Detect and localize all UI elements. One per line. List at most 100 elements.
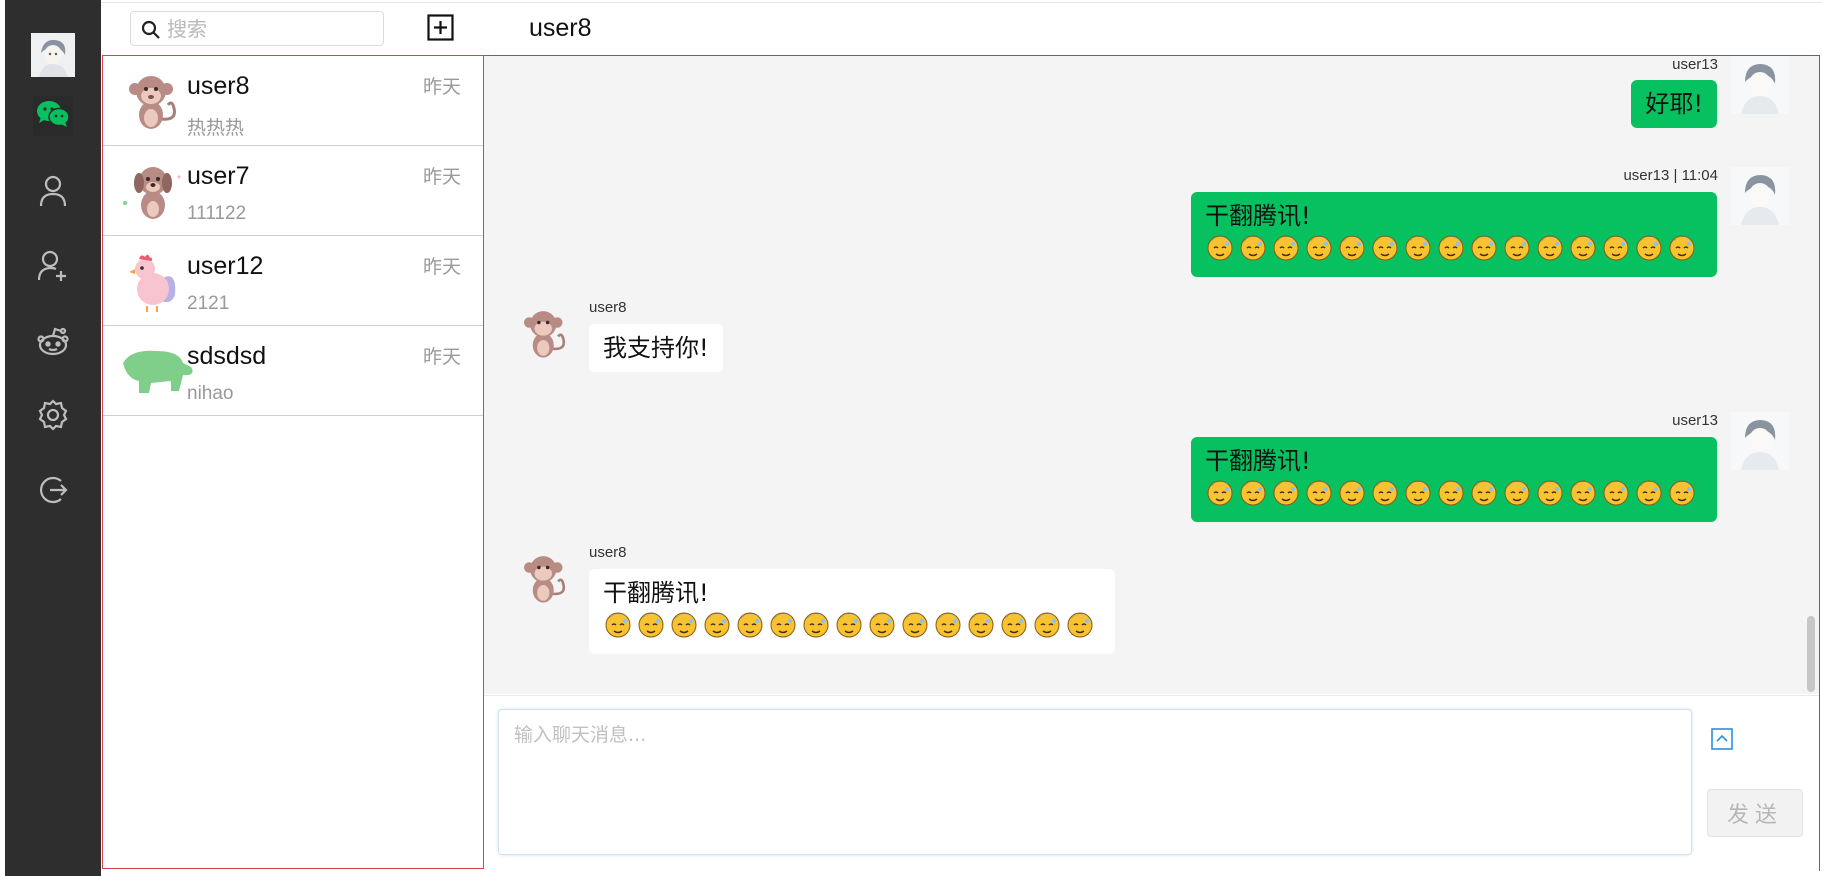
emoji-icon [1535, 477, 1565, 513]
side-nav [5, 0, 101, 876]
emoji-icon [735, 609, 765, 645]
emoji-icon [1667, 477, 1697, 513]
emoji-icon [1238, 232, 1268, 268]
message-bubble: 干翻腾讯! [589, 569, 1115, 654]
sender-avatar [517, 301, 573, 365]
emoji-icon [1436, 232, 1466, 268]
emoji-icon [1032, 609, 1062, 645]
message-text: 好耶! [1645, 90, 1703, 118]
emoji-icon [933, 609, 963, 645]
search-input[interactable] [167, 16, 377, 42]
emoji-icon [768, 609, 798, 645]
emoji-icon [1205, 477, 1235, 513]
emoji-icon [1065, 609, 1095, 645]
gear-icon [37, 399, 69, 435]
nav-robot[interactable] [33, 323, 73, 363]
message-list[interactable]: user13 好耶! user13 | 11:04 干翻腾讯! user8 我支… [484, 56, 1819, 694]
bear-avatar-icon [123, 350, 193, 393]
contact-name: sdsdsd [187, 342, 267, 370]
contact-name: user8 [187, 72, 250, 100]
emoji-icon [669, 609, 699, 645]
message-sender: user8 [589, 299, 627, 316]
emoji-row [1205, 477, 1703, 513]
contact-name: user12 [187, 252, 264, 280]
emoji-icon [801, 609, 831, 645]
scrollbar[interactable] [1807, 616, 1815, 692]
emoji-icon [1304, 232, 1334, 268]
emoji-icon [702, 609, 732, 645]
message-bubble: 好耶! [1631, 80, 1717, 128]
chicken-avatar-icon [129, 254, 176, 312]
emoji-icon [1634, 232, 1664, 268]
message-bubble: 干翻腾讯! [1191, 192, 1717, 277]
search-box[interactable] [130, 11, 384, 46]
emoji-icon [1502, 232, 1532, 268]
expand-button[interactable] [1711, 728, 1733, 750]
monkey-avatar-icon [129, 76, 176, 129]
emoji-icon [603, 609, 633, 645]
chevron-up-icon [1711, 728, 1733, 754]
emoji-icon [1403, 232, 1433, 268]
emoji-icon [1238, 477, 1268, 513]
emoji-icon [1634, 477, 1664, 513]
contact-item-user8[interactable]: user8 昨天 热热热 [103, 56, 483, 146]
emoji-icon [1436, 477, 1466, 513]
sender-avatar [1731, 412, 1789, 470]
emoji-icon [1304, 477, 1334, 513]
add-friend-icon [37, 250, 69, 286]
emoji-icon [1535, 232, 1565, 268]
nav-contacts[interactable] [33, 173, 73, 213]
avatar [121, 249, 185, 313]
emoji-icon [900, 609, 930, 645]
emoji-icon [1601, 232, 1631, 268]
nav-logout[interactable] [33, 472, 73, 512]
message-text: 干翻腾讯! [1205, 447, 1311, 475]
emoji-icon [1568, 232, 1598, 268]
contact-time: 昨天 [422, 76, 461, 98]
emoji-row [603, 609, 1101, 645]
dog-avatar-icon [123, 167, 181, 219]
emoji-icon [1502, 477, 1532, 513]
contact-list: user8 昨天 热热热 user7 昨天 111122 user12 昨天 2… [102, 55, 484, 869]
contact-preview: 热热热 [187, 118, 245, 139]
message-text: 干翻腾讯! [1205, 202, 1311, 230]
emoji-icon [1403, 477, 1433, 513]
emoji-icon [1568, 477, 1598, 513]
emoji-icon [1469, 232, 1499, 268]
emoji-icon [834, 609, 864, 645]
top-border [101, 2, 1822, 3]
sender-avatar [1731, 56, 1789, 114]
message-input[interactable] [498, 709, 1692, 855]
emoji-icon [867, 609, 897, 645]
emoji-icon [636, 609, 666, 645]
message-text: 我支持你! [603, 334, 709, 362]
emoji-icon [1469, 477, 1499, 513]
contact-preview: nihao [187, 383, 234, 404]
nav-chat[interactable] [33, 96, 73, 136]
contact-item-user7[interactable]: user7 昨天 111122 [103, 146, 483, 236]
nav-settings[interactable] [33, 397, 73, 437]
send-button[interactable]: 发送 [1707, 789, 1803, 837]
contact-item-user12[interactable]: user12 昨天 2121 [103, 236, 483, 326]
message-text: 干翻腾讯! [603, 579, 709, 607]
message-sender: user13 | 11:04 [1623, 167, 1718, 184]
my-avatar[interactable] [31, 33, 75, 77]
sender-avatar [1731, 167, 1789, 225]
chat-icon [36, 99, 70, 133]
avatar [121, 159, 185, 223]
contact-time: 昨天 [422, 166, 461, 188]
composer: 发送 [484, 695, 1819, 871]
emoji-icon [1370, 232, 1400, 268]
contact-preview: 2121 [187, 293, 230, 314]
emoji-icon [1667, 232, 1697, 268]
message-sender: user13 [1672, 56, 1718, 73]
robot-icon [36, 326, 70, 360]
contact-item-sdsdsd[interactable]: sdsdsd 昨天 nihao [103, 326, 483, 416]
emoji-icon [1271, 477, 1301, 513]
nav-add-friend[interactable] [33, 248, 73, 288]
emoji-icon [1205, 232, 1235, 268]
plus-square-icon [427, 14, 454, 45]
add-chat-button[interactable] [427, 14, 454, 41]
emoji-row [1205, 232, 1703, 268]
message-bubble: 干翻腾讯! [1191, 437, 1717, 522]
